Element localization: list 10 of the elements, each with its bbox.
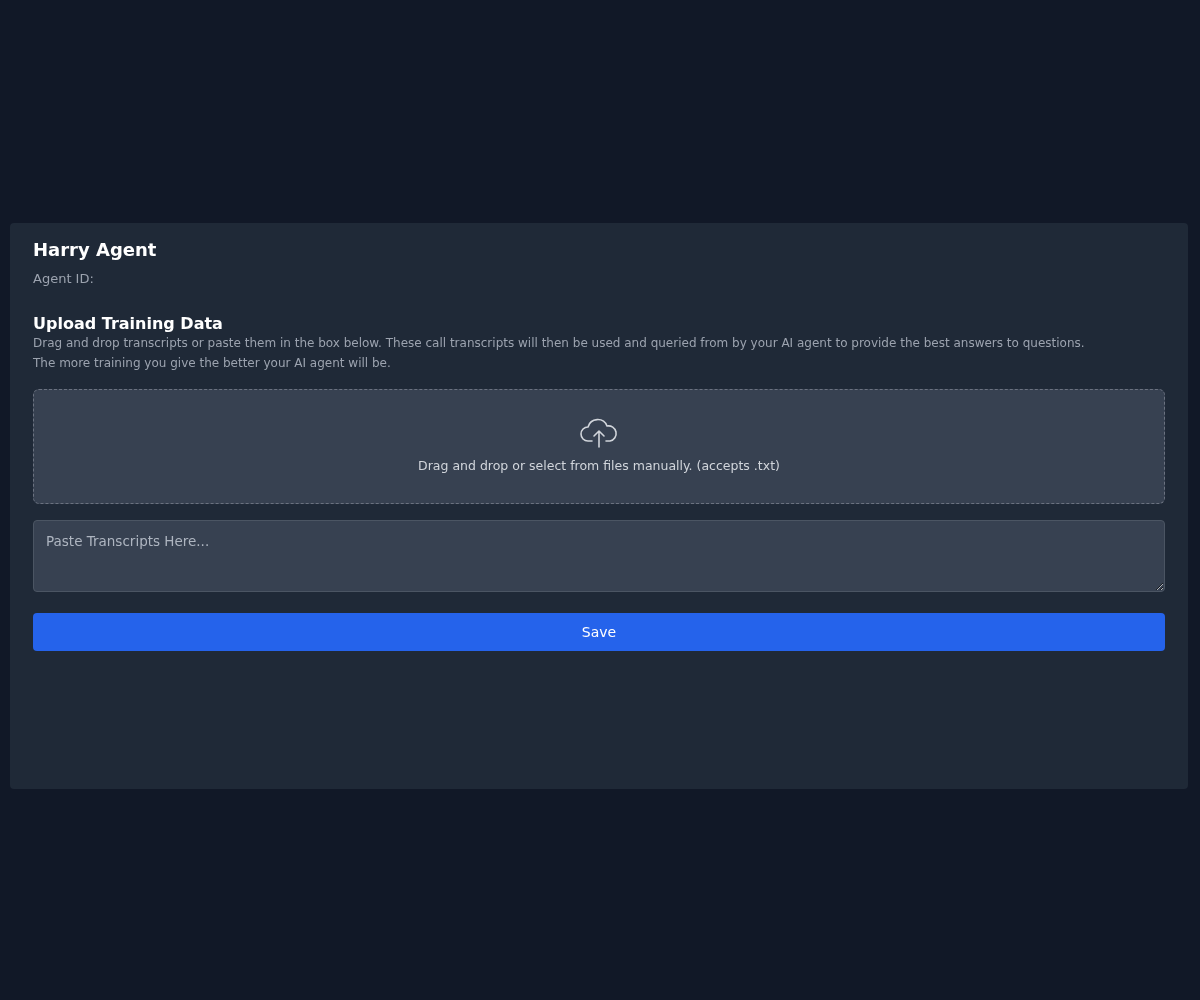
- agent-id-label: Agent ID:: [33, 269, 95, 288]
- save-button[interactable]: Save: [33, 613, 1165, 652]
- section-title: Upload Training Data: [33, 314, 224, 334]
- dropzone-text: Drag and drop or select from files manually. (accepts .txt): [418, 457, 780, 476]
- file-dropzone[interactable]: Drag and drop or select from files manually. (accepts .txt): [33, 389, 1165, 505]
- description-text: Drag and drop transcripts or paste them in the box below. These call transcripts will then be used and queried from by your AI agent to provide the best answers to questions.: [33, 335, 1086, 353]
- agent-name: Harry Agent: [33, 239, 158, 261]
- transcript-field[interactable]: Paste Transcripts Here...: [33, 520, 1165, 593]
- cloud-upload-icon: [579, 417, 619, 450]
- description-text: The more training you give the better your AI agent will be.: [33, 355, 392, 373]
